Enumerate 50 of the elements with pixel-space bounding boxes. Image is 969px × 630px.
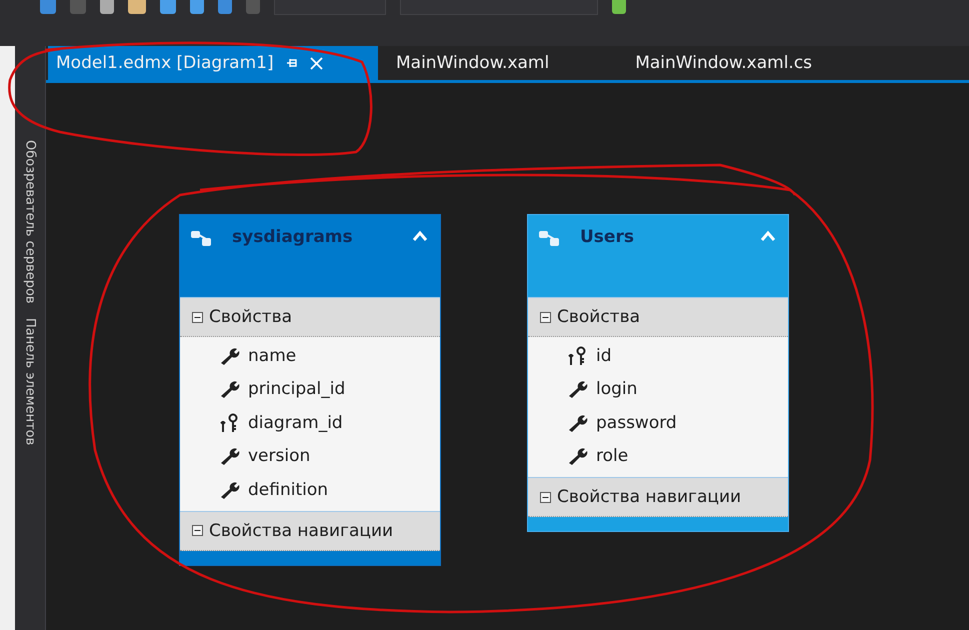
collapse-icon[interactable] bbox=[540, 492, 551, 502]
wrench-icon bbox=[568, 447, 588, 466]
toolbar-icon[interactable] bbox=[40, 0, 56, 14]
section-title: Свойства bbox=[209, 307, 292, 327]
tab-label: MainWindow.xaml.cs bbox=[635, 53, 812, 73]
property-name[interactable]: name bbox=[248, 346, 296, 366]
property-name[interactable]: principal_id bbox=[248, 379, 346, 400]
document-tab[interactable]: MainWindow.xaml bbox=[388, 46, 558, 80]
property-name[interactable]: id bbox=[596, 346, 612, 366]
section-header[interactable]: Свойства навигации bbox=[180, 510, 440, 550]
property-name[interactable]: version bbox=[248, 446, 310, 466]
chevron-up-icon[interactable] bbox=[412, 230, 428, 242]
property-name[interactable]: role bbox=[596, 446, 628, 466]
wrench-icon bbox=[568, 414, 588, 432]
entity-shape[interactable]: Users Свойства id login password role Свойства навигации bbox=[527, 214, 789, 532]
close-icon[interactable] bbox=[310, 56, 323, 70]
property-name[interactable]: login bbox=[596, 379, 638, 400]
section-header[interactable]: Свойства bbox=[528, 297, 788, 337]
toolbar-icon[interactable] bbox=[100, 0, 114, 14]
section-title: Свойства bbox=[557, 307, 640, 327]
section-title: Свойства навигации bbox=[209, 520, 394, 540]
entity-shape[interactable]: sysdiagrams Свойства name principal_id diagram_id version definition Свойства навигации bbox=[179, 214, 441, 566]
section-header[interactable]: Свойства bbox=[180, 297, 440, 337]
entity-name: sysdiagrams bbox=[232, 227, 354, 247]
collapse-icon[interactable] bbox=[192, 312, 203, 322]
wrench-icon bbox=[220, 380, 240, 398]
document-tab[interactable]: Model1.edmx [Diagram1] bbox=[48, 46, 378, 80]
side-tab[interactable]: Обозреватель серверов bbox=[22, 140, 38, 304]
tab-label: MainWindow.xaml bbox=[396, 53, 550, 73]
entity-name: Users bbox=[580, 227, 635, 247]
collapse-icon[interactable] bbox=[192, 525, 203, 536]
toolbar-icon[interactable] bbox=[70, 0, 86, 14]
property-name[interactable]: password bbox=[596, 412, 677, 433]
wrench-icon bbox=[220, 480, 240, 499]
tab-label: Model1.edmx [Diagram1] bbox=[56, 53, 274, 73]
section-header[interactable]: Свойства навигации bbox=[528, 477, 788, 517]
wrench-icon bbox=[568, 380, 588, 398]
document-tab[interactable]: MainWindow.xaml.cs bbox=[627, 46, 820, 80]
property-name[interactable]: diagram_id bbox=[248, 412, 343, 433]
toolbar-icon[interactable] bbox=[190, 0, 204, 14]
section-title: Свойства навигации bbox=[557, 487, 742, 507]
side-tab[interactable]: Панель элементов bbox=[22, 318, 38, 445]
key-icon bbox=[568, 346, 588, 366]
chevron-up-icon[interactable] bbox=[760, 230, 776, 242]
collapse-icon[interactable] bbox=[540, 312, 551, 322]
wrench-icon bbox=[220, 447, 240, 466]
pin-icon[interactable] bbox=[286, 57, 298, 69]
key-icon bbox=[220, 412, 240, 433]
property-name[interactable]: definition bbox=[248, 480, 328, 500]
wrench-icon bbox=[220, 346, 240, 365]
